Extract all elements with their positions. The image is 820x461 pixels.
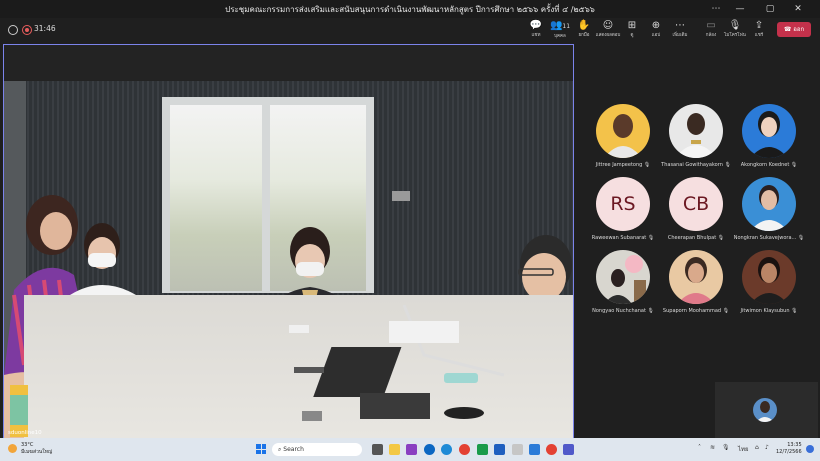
participant-name: Cheerapan Bhulpat 🎙 [667, 235, 725, 241]
mic-off-icon: 🎙 [790, 162, 798, 168]
participant-tile[interactable]: Supaporn Moohammad 🎙 [658, 250, 734, 322]
apps-button[interactable]: ⊕ แอป [643, 20, 669, 42]
participant-name: Akongkorn Koednet 🎙 [740, 162, 798, 168]
raise-hand-icon: ✋ [577, 20, 591, 31]
avatar [596, 104, 650, 158]
app-icon-3[interactable] [529, 444, 540, 455]
stage-participant-name: sduonline10 [8, 430, 42, 436]
raise-hand-button[interactable]: ✋ ยกมือ [571, 20, 597, 42]
reactions-button[interactable]: ☺ แสดงผลตอบ [595, 20, 621, 42]
close-button[interactable]: ✕ [788, 2, 808, 16]
avatar [669, 250, 723, 304]
app-icon-2[interactable] [512, 444, 523, 455]
participant-name: Jitwimon Klaysubun 🎙 [740, 308, 798, 314]
title-bar: ประชุมคณะกรรมการส่งเสริมและสนับสนุนการดำ… [0, 0, 820, 18]
file-explorer-icon[interactable] [389, 444, 400, 455]
mic-off-icon: 🎙 [797, 235, 805, 241]
participant-name: Raweewan Subanarat 🎙 [591, 235, 655, 241]
mic-off-icon: 🎙 [647, 308, 654, 314]
avatar [742, 104, 796, 158]
share-button[interactable]: ⇪ แชร์ [746, 20, 772, 42]
phone-icon: ☎ [783, 26, 794, 33]
mic-off-icon: 🎙 [643, 162, 651, 168]
mic-off-icon: 🎙 [728, 20, 742, 31]
participant-tile[interactable]: RS Raweewan Subanarat 🎙 [585, 177, 661, 249]
self-avatar [753, 398, 777, 422]
avatar-initials: CB [669, 177, 723, 231]
participant-tile[interactable]: Nongkran Sukavejwora... 🎙 [731, 177, 807, 249]
participant-tile[interactable]: Jittree Jampeetong 🎙 [585, 104, 661, 176]
participant-tile[interactable]: Thasanai Gowithayakorn 🎙 [658, 104, 734, 176]
mic-off-icon: 🎙 [717, 235, 725, 241]
shield-icon [8, 25, 18, 35]
taskbar-search[interactable]: ⌕ Search [272, 443, 362, 456]
weather-widget[interactable]: 33°C มีเมฆส่วนใหญ่ [21, 442, 52, 456]
line-icon[interactable] [477, 444, 488, 455]
chat-icon: 💬 [529, 20, 543, 31]
recording-icon [22, 25, 32, 35]
video-ceiling [4, 45, 573, 81]
weather-icon [8, 444, 17, 453]
avatar [596, 250, 650, 304]
teams-icon[interactable] [563, 444, 574, 455]
reactions-icon: ☺ [602, 20, 614, 31]
participant-name: Thasanai Gowithayakorn 🎙 [661, 162, 731, 168]
main-video-stage[interactable]: sduonline10 [3, 44, 574, 440]
participant-tile[interactable]: Akongkorn Koednet 🎙 [731, 104, 807, 176]
participant-name: Supaporn Moohammad 🎙 [662, 308, 730, 314]
network-icon[interactable]: ⌂ [755, 444, 759, 451]
windows-taskbar: 33°C มีเมฆส่วนใหญ่ ⌕ Search ˄ ≋ 🎙 ไทย ⌂ … [0, 438, 820, 461]
maximize-button[interactable]: ▢ [760, 2, 780, 16]
self-view[interactable] [715, 382, 818, 438]
camera-button[interactable]: ▭ กล้อง [698, 20, 724, 42]
participant-name: Nongyao Nuchchanat 🎙 [592, 308, 654, 314]
participant-name: Nongkran Sukavejwora... 🎙 [733, 235, 805, 241]
more-icon: ⋯ [675, 20, 685, 31]
more-button[interactable]: ⋯ เพิ่มเติม [667, 20, 693, 42]
participant-tile[interactable]: CB Cheerapan Bhulpat 🎙 [658, 177, 734, 249]
edge-icon[interactable] [424, 444, 435, 455]
word-icon[interactable] [494, 444, 505, 455]
view-button[interactable]: ⊞ ดู [619, 20, 645, 42]
mic-tray-icon[interactable]: 🎙 [722, 444, 730, 451]
apps-icon: ⊕ [651, 20, 661, 31]
wifi-icon[interactable]: ≋ [710, 444, 715, 451]
people-count: 11 [562, 23, 571, 30]
avatar-initials: RS [596, 177, 650, 231]
avatar [742, 250, 796, 304]
window-title: ประชุมคณะกรรมการส่งเสริมและสนับสนุนการดำ… [225, 5, 595, 14]
participant-gallery: Jittree Jampeetong 🎙 Thasanai Gowithayak… [585, 44, 820, 438]
meeting-timer: 31:46 [34, 24, 56, 33]
mic-off-icon: 🎙 [791, 308, 798, 314]
windows-start-icon[interactable] [256, 444, 266, 454]
camera-off-icon: ▭ [706, 20, 716, 31]
app-icon[interactable] [406, 444, 417, 455]
language-indicator[interactable]: ไทย [738, 444, 749, 454]
participant-name: Jittree Jampeetong 🎙 [595, 162, 651, 168]
people-icon: 👥11 [549, 20, 571, 31]
participant-tile[interactable]: Jitwimon Klaysubun 🎙 [731, 250, 807, 322]
search-icon: ⌕ [278, 446, 282, 453]
chrome-icon[interactable] [459, 444, 470, 455]
people-button[interactable]: 👥11 บุคคล [547, 20, 573, 42]
chrome-icon-2[interactable] [546, 444, 557, 455]
minimize-button[interactable]: — [730, 2, 750, 16]
taskbar-clock[interactable]: 13:35 12/7/2566 [776, 442, 802, 456]
notification-icon[interactable] [806, 445, 814, 453]
participant-tile[interactable]: Nongyao Nuchchanat 🎙 [585, 250, 661, 322]
view-icon: ⊞ [627, 20, 637, 31]
leave-button[interactable]: ☎ ออก [777, 22, 811, 37]
more-options-icon[interactable]: ⋯ [706, 2, 726, 16]
share-icon: ⇪ [754, 20, 764, 31]
tray-chevron-icon[interactable]: ˄ [698, 444, 701, 451]
edge-browser-icon[interactable] [441, 444, 452, 455]
mic-button[interactable]: 🎙 ไมโครโฟน [722, 20, 748, 42]
meeting-toolbar: 31:46 💬 แชท 👥11 บุคคล ✋ ยกมือ ☺ แสดงผลตอ… [0, 18, 820, 44]
avatar [669, 104, 723, 158]
chat-button[interactable]: 💬 แชท [523, 20, 549, 42]
avatar [742, 177, 796, 231]
volume-icon[interactable]: ♪ [765, 444, 769, 451]
task-view-icon[interactable] [372, 444, 383, 455]
